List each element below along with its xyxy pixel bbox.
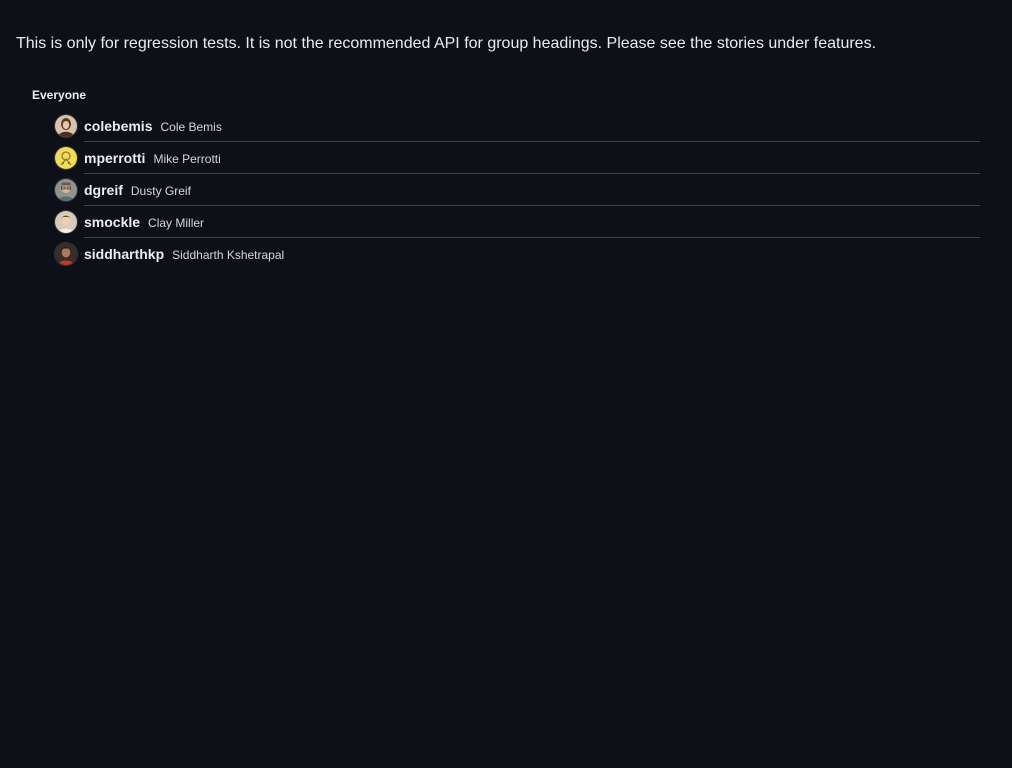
- list-item-content: dgreif Dusty Greif: [84, 174, 980, 206]
- list-item[interactable]: mperrotti Mike Perrotti: [32, 142, 980, 174]
- list-item[interactable]: smockle Clay Miller: [32, 206, 980, 238]
- avatar-smockle-icon: [55, 211, 77, 233]
- list-item[interactable]: siddharthkp Siddharth Kshetrapal: [32, 238, 980, 270]
- full-name: Mike Perrotti: [153, 152, 221, 166]
- group-heading: Everyone: [32, 88, 87, 102]
- regression-note: This is only for regression tests. It is…: [16, 35, 877, 52]
- username: dgreif: [84, 182, 123, 198]
- user-list: colebemis Cole Bemis mperrotti Mike Perr…: [32, 110, 980, 270]
- list-item[interactable]: colebemis Cole Bemis: [32, 110, 980, 142]
- list-item[interactable]: dgreif Dusty Greif: [32, 174, 980, 206]
- list-item-content: siddharthkp Siddharth Kshetrapal: [84, 238, 980, 270]
- full-name: Clay Miller: [148, 216, 205, 230]
- avatar-mperrotti-icon: [55, 147, 77, 169]
- user-group: Everyone colebemis Cole Bemis mperrotti …: [32, 86, 980, 265]
- username: colebemis: [84, 118, 153, 134]
- full-name: Dusty Greif: [130, 184, 191, 198]
- username: siddharthkp: [84, 246, 165, 262]
- list-item-content: mperrotti Mike Perrotti: [84, 142, 980, 174]
- list-item-content: colebemis Cole Bemis: [84, 110, 980, 142]
- list-item-content: smockle Clay Miller: [84, 206, 980, 238]
- avatar-siddharthkp-icon: [55, 243, 77, 265]
- avatar-dgreif-icon: [55, 179, 77, 201]
- avatar-colebemis-icon: [55, 115, 77, 137]
- full-name: Siddharth Kshetrapal: [172, 248, 285, 262]
- username: smockle: [84, 214, 141, 230]
- username: mperrotti: [84, 150, 146, 166]
- full-name: Cole Bemis: [160, 120, 222, 134]
